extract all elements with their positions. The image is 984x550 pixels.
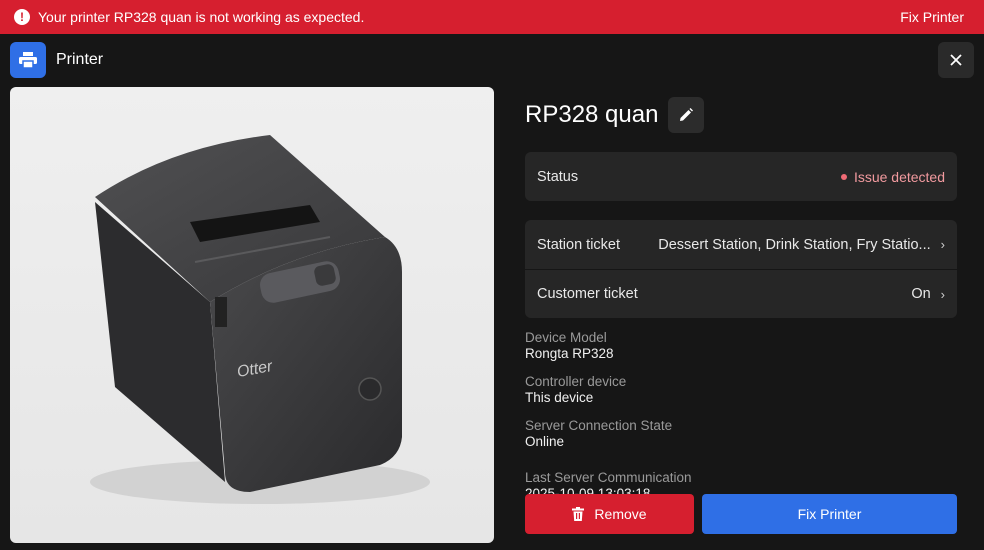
dialog-header: Printer	[0, 34, 984, 86]
fix-printer-label: Fix Printer	[797, 506, 862, 522]
info-value: This device	[525, 390, 594, 405]
station-ticket-row[interactable]: Station ticket Dessert Station, Drink St…	[525, 220, 957, 269]
chevron-right-icon: ›	[940, 286, 945, 302]
remove-label: Remove	[594, 506, 647, 522]
station-ticket-label: Station ticket	[537, 236, 621, 253]
info-server-connection: Server Connection State Online	[525, 418, 957, 450]
printer-details: RP328 quan Status Issue detected Station…	[525, 87, 957, 462]
customer-ticket-row[interactable]: Customer ticket On ›	[525, 269, 957, 318]
action-buttons: Remove Fix Printer	[525, 494, 957, 534]
info-label: Controller device	[525, 374, 627, 389]
printer-photo: Otter	[10, 87, 494, 543]
customer-ticket-value: On	[911, 286, 931, 302]
info-label: Server Connection State	[525, 418, 673, 433]
chevron-right-icon: ›	[940, 237, 945, 252]
info-value: Online	[525, 434, 565, 449]
edit-name-button[interactable]	[668, 97, 705, 133]
info-label: Device Model	[525, 330, 607, 345]
trash-icon	[572, 507, 585, 521]
info-label: Last Server Communication	[525, 470, 692, 485]
status-row: Status Issue detected	[525, 152, 957, 201]
alert-message: Your printer RP328 quan is not working a…	[38, 9, 365, 25]
status-label: Status	[537, 168, 579, 185]
ticket-settings: Station ticket Dessert Station, Drink St…	[525, 220, 957, 318]
info-value: Rongta RP328	[525, 346, 614, 361]
info-device-model: Device Model Rongta RP328	[525, 330, 957, 362]
info-controller-device: Controller device This device	[525, 374, 957, 406]
close-icon	[950, 54, 962, 66]
customer-ticket-label: Customer ticket	[537, 286, 638, 302]
close-button[interactable]	[938, 42, 974, 78]
alert-icon: !	[14, 9, 30, 25]
fix-printer-button[interactable]: Fix Printer	[702, 494, 957, 534]
status-badge: Issue detected	[840, 168, 945, 185]
alert-fix-printer-link[interactable]: Fix Printer	[900, 9, 964, 25]
dialog-title: Printer	[56, 51, 104, 68]
alert-banner: ! Your printer RP328 quan is not working…	[0, 0, 984, 34]
status-value: Issue detected	[853, 168, 945, 185]
station-ticket-value: Dessert Station, Drink Station, Fry Stat…	[658, 236, 931, 253]
printer-icon	[10, 42, 46, 78]
device-info-list: Device Model Rongta RP328 Controller dev…	[525, 330, 957, 450]
pencil-icon	[680, 108, 694, 121]
status-dot-icon	[840, 173, 847, 180]
printer-name: RP328 quan	[525, 101, 659, 128]
info-value: 2025-10-09 13:03:18	[525, 486, 651, 494]
info-last-server-communication: Last Server Communication 2025-10-09 13:…	[525, 470, 957, 494]
remove-button[interactable]: Remove	[525, 494, 694, 534]
